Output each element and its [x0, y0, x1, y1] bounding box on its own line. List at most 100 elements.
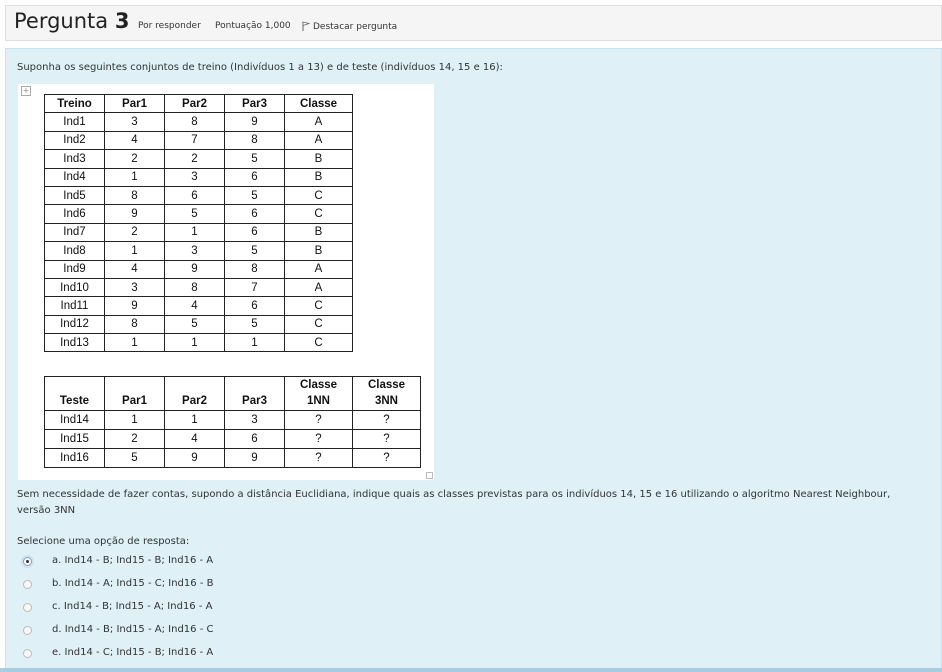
training-header-cell: Par3 [224, 93, 285, 114]
training-cell: C [284, 333, 353, 353]
test-cell: Ind16 [44, 448, 105, 468]
answer-option-label[interactable]: e. Ind14 - C; Ind15 - B; Ind16 - A [52, 647, 213, 658]
radio-icon[interactable] [23, 649, 32, 658]
training-row: Ind12 8 5 5 C [44, 314, 353, 335]
test-cell: 2 [104, 429, 165, 449]
training-cell: 9 [164, 259, 225, 279]
training-cell: 2 [104, 222, 165, 243]
tables-image: + Treino Par1 Par2 Par3 Classe Ind1 3 8 9 A I… [18, 84, 434, 480]
move-handle-icon: + [21, 86, 31, 96]
training-cell: Ind7 [44, 222, 105, 243]
test-header-cell: Teste [44, 376, 105, 411]
training-cell: A [284, 277, 353, 298]
training-cell: B [284, 149, 353, 169]
training-cell: A [284, 130, 353, 151]
training-cell: Ind3 [44, 149, 105, 169]
training-row: Ind3 2 2 5 B [44, 149, 353, 169]
test-header-text: Par2 [182, 395, 207, 407]
training-cell: 6 [224, 296, 285, 316]
test-header-cell: Classe 1NN [284, 376, 353, 411]
training-cell: 9 [224, 112, 285, 132]
radio-icon[interactable] [23, 580, 32, 589]
radio-selected-icon[interactable] [23, 557, 32, 566]
training-cell: 1 [104, 241, 165, 261]
training-cell: 8 [164, 112, 225, 132]
training-cell: 1 [224, 333, 285, 353]
training-cell: C [284, 185, 353, 206]
test-cell: Ind15 [44, 429, 105, 449]
answer-option-label[interactable]: a. Ind14 - B; Ind15 - B; Ind16 - A [52, 555, 213, 566]
question-score: Pontuação 1,000 [215, 21, 291, 31]
test-header-row: Teste Par1 Par2 Par3 Classe 1NN Classe 3NN [44, 376, 421, 411]
answer-option-label[interactable]: c. Ind14 - B; Ind15 - A; Ind16 - A [52, 601, 212, 612]
test-header-text: 1NN [306, 395, 330, 407]
question-number: 3 [114, 9, 130, 33]
training-cell: C [284, 204, 353, 224]
resize-handle-icon [426, 472, 433, 479]
test-row: Ind15 2 4 6?? [44, 429, 421, 449]
test-cell: ? [352, 429, 421, 449]
answer-option-label[interactable]: b. Ind14 - A; Ind15 - C; Ind16 - B [52, 578, 213, 589]
flag-question-label: Destacar pergunta [313, 22, 398, 32]
training-row: Ind2 4 7 8 A [44, 130, 353, 151]
training-cell: 9 [104, 296, 165, 316]
training-cell: 2 [104, 149, 165, 169]
test-cell: 6 [224, 429, 285, 449]
test-header-text: Par3 [242, 395, 267, 407]
training-cell: 5 [224, 314, 285, 335]
training-row: Ind6 9 5 6 C [44, 204, 353, 224]
test-table: Teste Par1 Par2 Par3 Classe 1NN Classe 3NN Ind1… [44, 376, 421, 468]
training-row: Ind10 3 8 7 A [44, 277, 353, 298]
training-row: Ind8 1 3 5 B [44, 241, 353, 261]
training-cell: Ind11 [44, 296, 105, 316]
training-row: Ind4 1 3 6 B [44, 167, 353, 187]
test-cell: ? [284, 448, 353, 468]
test-cell: Ind14 [44, 410, 105, 430]
training-header-cell: Par2 [164, 93, 225, 114]
radio-icon[interactable] [23, 626, 32, 635]
test-cell: ? [284, 410, 353, 430]
test-cell: 1 [104, 410, 165, 430]
test-header-text: Classe [367, 379, 406, 391]
training-cell: Ind6 [44, 204, 105, 224]
test-row: Ind16 5 9 9?? [44, 448, 421, 468]
training-cell: 8 [224, 130, 285, 151]
training-cell: 6 [224, 167, 285, 187]
training-cell: 5 [224, 241, 285, 261]
test-row: Ind14 1 1 3?? [44, 410, 421, 430]
training-cell: Ind8 [44, 241, 105, 261]
training-cell: A [284, 112, 353, 132]
training-cell: 1 [104, 167, 165, 187]
question-intro: Suponha os seguintes conjuntos de treino… [17, 62, 503, 73]
question-text: Sem necessidade de fazer contas, supondo… [17, 489, 891, 516]
training-cell: 3 [164, 167, 225, 187]
bottom-border [0, 668, 942, 672]
question-header: Pergunta 3 Por responder Pontuação 1,000… [5, 5, 942, 41]
training-cell: 5 [164, 204, 225, 224]
training-row: Ind5 8 6 5 C [44, 185, 353, 206]
answer-option-label[interactable]: d. Ind14 - B; Ind15 - A; Ind16 - C [52, 624, 213, 635]
question-content: Suponha os seguintes conjuntos de treino… [5, 48, 942, 672]
training-cell: 5 [224, 185, 285, 206]
training-cell: 2 [164, 149, 225, 169]
test-cell: 3 [224, 410, 285, 430]
flag-question-link[interactable]: Destacar pergunta [302, 21, 397, 32]
training-cell: 5 [164, 314, 225, 335]
training-row: Ind1 3 8 9 A [44, 112, 353, 132]
training-cell: 1 [164, 333, 225, 353]
answer-prompt: Selecione uma opção de resposta: [17, 536, 190, 547]
training-cell: B [284, 167, 353, 187]
training-cell: B [284, 241, 353, 261]
test-header-cell: Par3 [224, 376, 285, 411]
question-title: Pergunta 3 [14, 9, 129, 33]
training-cell: A [284, 259, 353, 279]
radio-icon[interactable] [23, 603, 32, 612]
question-title-word: Pergunta [14, 9, 109, 33]
test-cell: 9 [224, 448, 285, 468]
training-cell: 3 [104, 112, 165, 132]
training-row: Ind7 2 1 6 B [44, 222, 353, 243]
training-cell: 8 [224, 259, 285, 279]
training-header-cell: Treino [44, 93, 105, 114]
training-cell: Ind1 [44, 112, 105, 132]
training-cell: 6 [224, 222, 285, 243]
